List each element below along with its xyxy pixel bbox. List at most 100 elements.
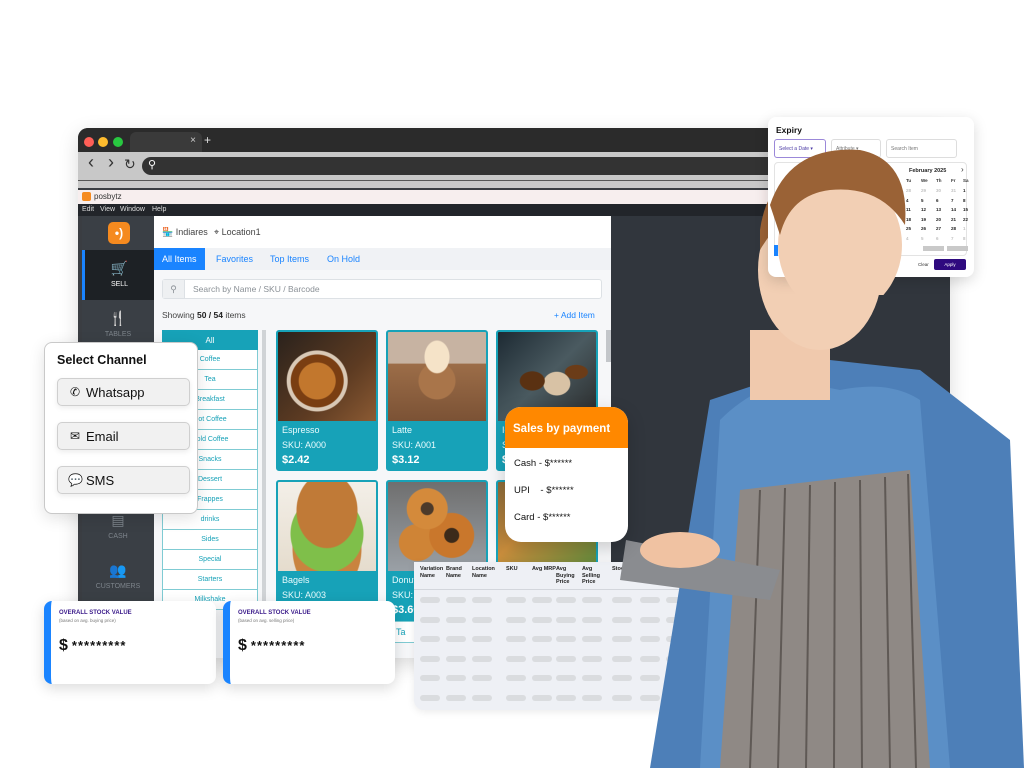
tab-top-items[interactable]: Top Items [262, 248, 317, 270]
menu-edit[interactable]: Edit [82, 206, 94, 213]
whatsapp-button[interactable]: ✆ Whatsapp [57, 378, 190, 406]
calendar-day[interactable]: 6 [936, 198, 939, 203]
menu-help[interactable]: Help [152, 206, 166, 213]
item-card[interactable]: BagelsSKU: A003$1.40 [276, 480, 378, 621]
email-button[interactable]: ✉ Email [57, 422, 190, 450]
calendar-day[interactable]: 8 [963, 236, 966, 241]
tab-all-items[interactable]: All Items [154, 248, 205, 270]
calendar-day[interactable]: 13 [936, 207, 941, 212]
item-name: Latte [392, 425, 413, 435]
calendar-day[interactable]: 20 [936, 217, 941, 222]
calendar-month: February 2025 [909, 168, 947, 174]
calendar-day[interactable]: 5 [921, 236, 924, 241]
calendar-day[interactable]: 30 [936, 188, 941, 193]
calendar-day[interactable]: 14 [951, 207, 956, 212]
calendar-action-button[interactable] [947, 246, 968, 251]
sales-row-upi: UPI - $****** [514, 485, 574, 496]
next-month-icon[interactable]: › [961, 165, 964, 174]
reload-icon[interactable]: ↻ [124, 156, 136, 173]
category-sides[interactable]: Sides [162, 530, 258, 550]
column-header: SKU [506, 566, 518, 572]
calendar-day[interactable]: 27 [936, 226, 941, 231]
search-placeholder: Search by Name / SKU / Barcode [193, 284, 320, 294]
location-selector[interactable]: ⌖ Location1 [214, 227, 261, 238]
item-price: $3.12 [392, 454, 420, 466]
loading-cell [532, 694, 552, 701]
clear-button[interactable]: Clear [918, 262, 929, 267]
loading-cell [420, 597, 440, 603]
calendar-day[interactable]: 21 [951, 217, 956, 222]
item-name: Bagels [282, 575, 310, 585]
cutlery-icon: 🍴 [109, 310, 127, 326]
browser-tab[interactable]: × [130, 132, 202, 152]
stock-card-title: OVERALL STOCK VALUE [59, 610, 132, 616]
item-count: Showing 50 / 54 items [162, 310, 246, 320]
menu-window[interactable]: Window [120, 206, 145, 213]
item-price: $2.42 [282, 454, 310, 466]
weekday-label: Fr [951, 178, 956, 183]
close-window-button[interactable] [84, 137, 94, 147]
item-search-input[interactable]: ⚲ Search by Name / SKU / Barcode [162, 279, 602, 299]
back-icon[interactable]: ‹ [88, 152, 94, 173]
sidebar-item-label: SELL [110, 281, 129, 288]
calendar-day[interactable]: 28 [951, 226, 956, 231]
stock-value-card-buying: OVERALL STOCK VALUE (based on avg. buyin… [44, 601, 216, 684]
loading-cell [556, 616, 576, 623]
stock-card-value: $ ********* [59, 637, 127, 654]
weekday-label: Sa [963, 178, 969, 183]
calendar-day[interactable]: 7 [951, 198, 954, 203]
calendar-day[interactable]: 5 [921, 198, 924, 203]
add-item-button[interactable]: + Add Item [554, 310, 595, 320]
stock-card-subtitle: (based on avg. selling price) [238, 618, 295, 623]
calendar-day[interactable]: 12 [921, 207, 926, 212]
chat-bubble-icon: 💬 [68, 473, 83, 487]
menu-view[interactable]: View [100, 206, 115, 213]
calendar-day[interactable]: 15 [963, 207, 968, 212]
sidebar-item-customers[interactable]: 👥 CUSTOMERS [82, 552, 154, 602]
sms-button[interactable]: 💬 SMS [57, 466, 190, 494]
calendar-day[interactable]: 31 [951, 188, 956, 193]
calendar-day[interactable]: 8 [963, 198, 966, 203]
item-image [388, 482, 486, 571]
forward-icon[interactable]: › [108, 152, 114, 173]
expiry-title: Expiry [776, 125, 802, 135]
new-tab-button[interactable]: + [204, 133, 211, 147]
calendar-day[interactable]: 19 [921, 217, 926, 222]
loading-cell [472, 597, 492, 603]
stock-card-title: OVERALL STOCK VALUE [238, 610, 311, 616]
category-special[interactable]: Special [162, 550, 258, 570]
maximize-window-button[interactable] [113, 137, 123, 147]
store-name: Indiares [175, 227, 208, 237]
weekday-label: Th [936, 178, 942, 183]
store-selector[interactable]: 🏪 Indiares [162, 227, 208, 238]
calendar-day[interactable]: 1 [963, 188, 966, 193]
calendar-day[interactable]: 6 [936, 236, 939, 241]
pagination-control[interactable]: Ta [392, 621, 416, 643]
minimize-window-button[interactable] [98, 137, 108, 147]
promo-stage: × + ‹ › ↻ ⚲ posbytz Edit View Window Hel… [0, 0, 1024, 768]
select-channel-title: Select Channel [57, 353, 147, 367]
calendar-day[interactable]: 29 [921, 188, 926, 193]
item-card[interactable]: Espresso SKU: A000 $2.42 [276, 330, 378, 471]
loading-cell [446, 636, 466, 642]
loading-cell [506, 597, 526, 603]
category-scrollbar[interactable] [262, 330, 266, 630]
sidebar-item-sell[interactable]: 🛒 SELL [82, 250, 154, 300]
tab-on-hold[interactable]: On Hold [319, 248, 368, 270]
calendar-day[interactable]: 1 [963, 226, 966, 231]
item-image [278, 332, 376, 421]
envelope-icon: ✉ [69, 429, 81, 443]
item-card[interactable]: Latte SKU: A001 $3.12 [386, 330, 488, 471]
loading-cell [472, 636, 492, 642]
close-tab-icon[interactable]: × [190, 135, 196, 146]
calendar-day[interactable]: 22 [963, 217, 968, 222]
cart-icon: 🛒 [110, 260, 129, 276]
tab-favorites[interactable]: Favorites [208, 248, 261, 270]
calendar-action-button[interactable] [923, 246, 944, 251]
item-tabs: All Items Favorites Top Items On Hold [154, 248, 611, 270]
category-starters[interactable]: Starters [162, 570, 258, 590]
calendar-day[interactable]: 26 [921, 226, 926, 231]
sales-row-cash: Cash - $****** [514, 458, 573, 469]
apply-button[interactable]: Apply [934, 259, 966, 270]
calendar-day[interactable]: 7 [951, 236, 954, 241]
